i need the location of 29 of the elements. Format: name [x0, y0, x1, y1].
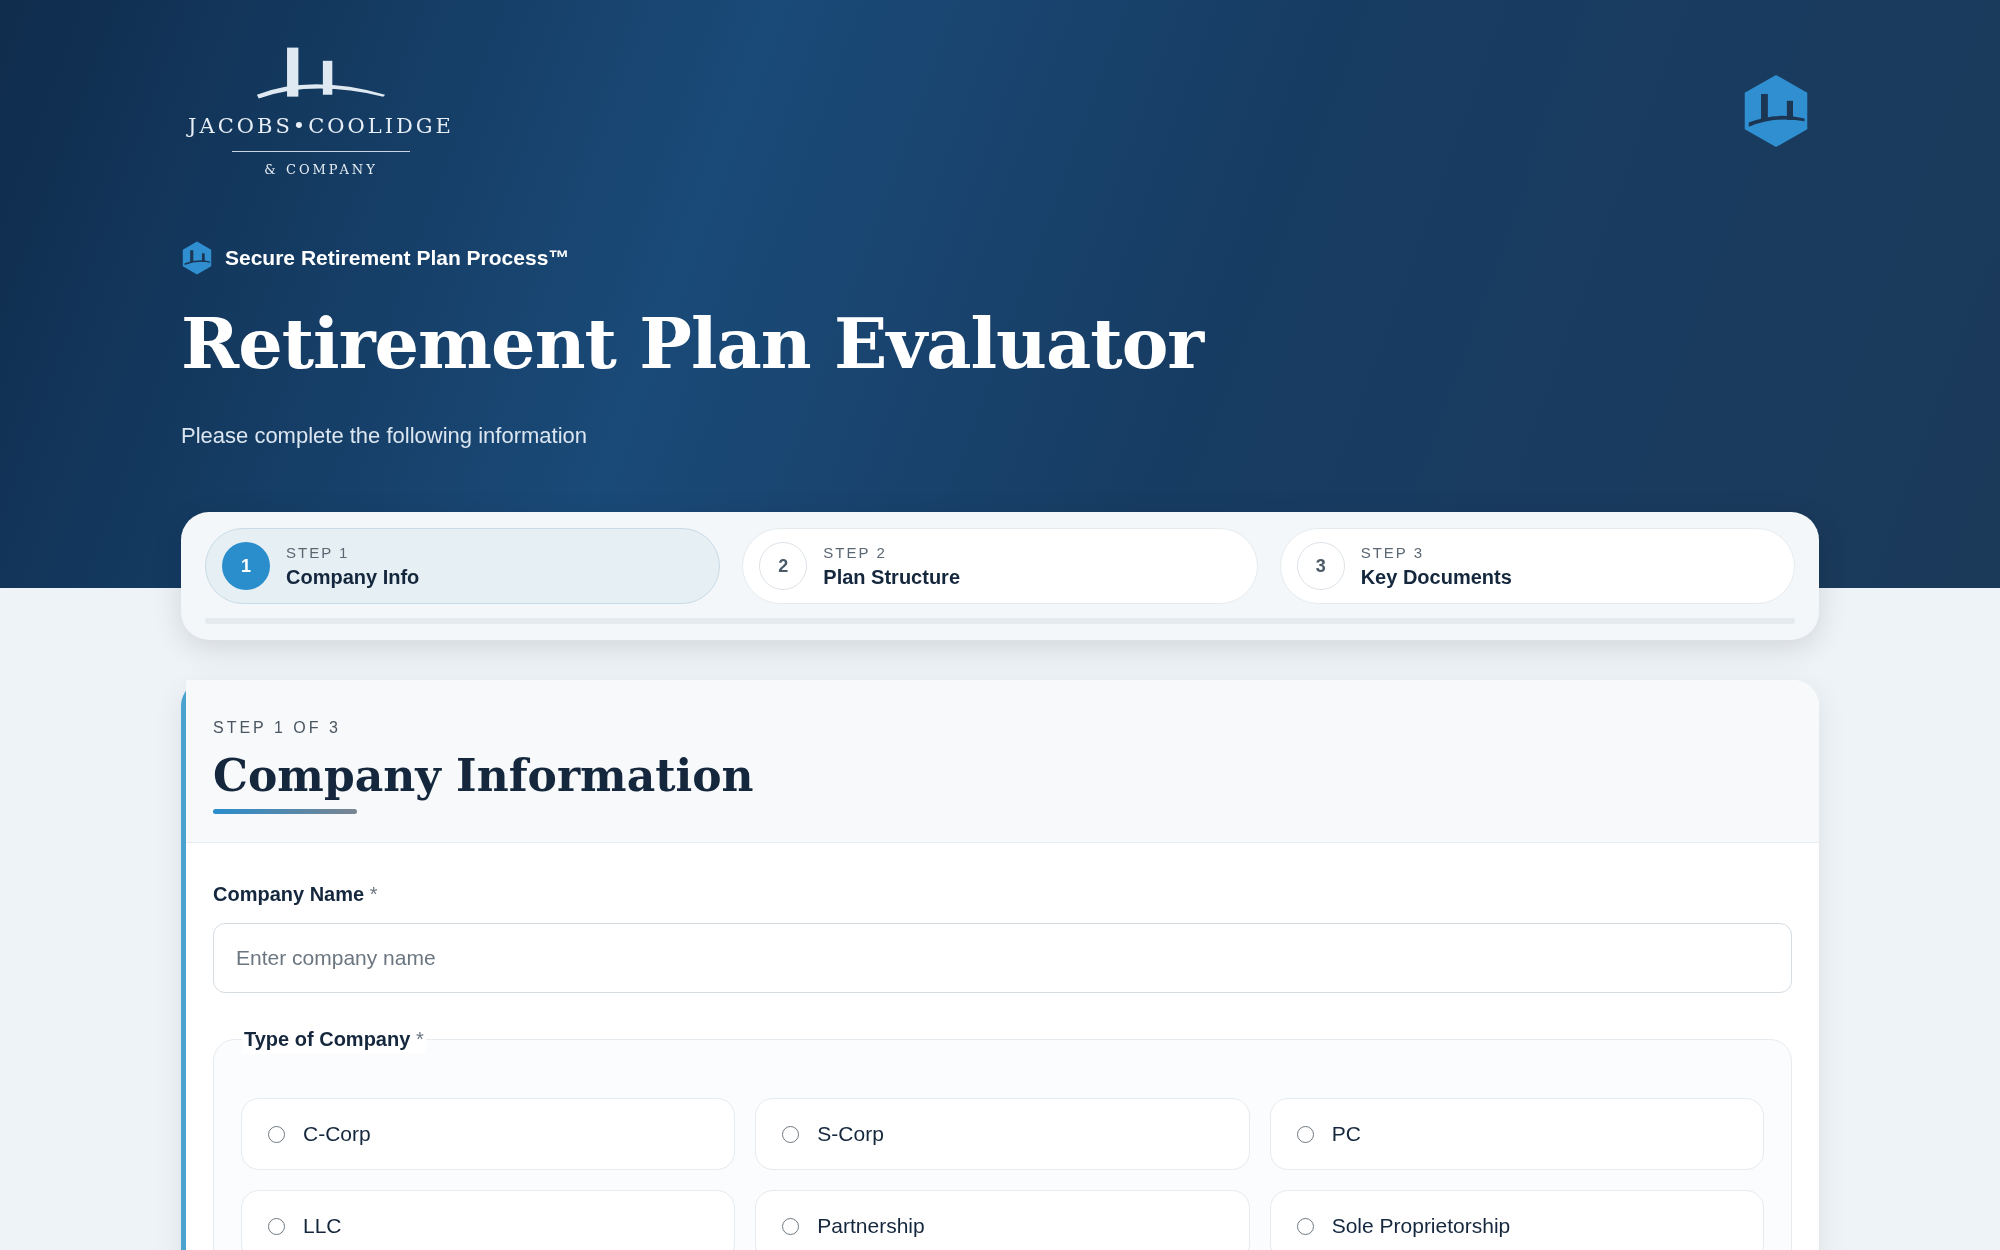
- company-type-option[interactable]: PC: [1269, 1098, 1764, 1170]
- step-number: 3: [1296, 542, 1345, 590]
- brand-name: JACOBS•COOLIDGE: [188, 113, 454, 140]
- section-heading: Company Information: [213, 749, 755, 803]
- company-type-option[interactable]: LLC: [241, 1190, 736, 1250]
- company-type-option[interactable]: C-Corp: [241, 1098, 736, 1170]
- step-name: Plan Structure: [823, 564, 961, 590]
- step-label: STEP 3: [1360, 543, 1426, 564]
- tagline: Secure Retirement Plan Process™: [225, 245, 570, 272]
- hexagon-logo-icon: [1742, 73, 1810, 149]
- step-tab[interactable]: 1 STEP 1 Company Info: [205, 528, 721, 604]
- step-name: Key Documents: [1360, 564, 1512, 590]
- step-number: 2: [759, 542, 808, 590]
- company-type-option[interactable]: Partnership: [755, 1190, 1250, 1250]
- company-type-option[interactable]: Sole Proprietorship: [1269, 1190, 1764, 1250]
- step-label: STEP 2: [823, 543, 888, 564]
- hexagon-badge-icon: [181, 241, 213, 275]
- step-counter: STEP 1 OF 3: [213, 718, 342, 738]
- step-number: 1: [222, 542, 270, 590]
- page-subtitle: Please complete the following information: [181, 422, 588, 450]
- field-label: Company Name *: [213, 882, 379, 907]
- brand-subtitle: & COMPANY: [264, 160, 378, 179]
- step-label: STEP 1: [286, 543, 351, 564]
- step-tab[interactable]: 3 STEP 3 Key Documents: [1279, 528, 1795, 604]
- company-name-field[interactable]: Enter company name: [213, 923, 1792, 993]
- step-tab[interactable]: 2 STEP 2 Plan Structure: [742, 528, 1258, 604]
- company-type-option[interactable]: S-Corp: [755, 1098, 1250, 1170]
- page-title: Retirement Plan Evaluator: [181, 309, 1206, 379]
- step-name: Company Info: [286, 564, 420, 590]
